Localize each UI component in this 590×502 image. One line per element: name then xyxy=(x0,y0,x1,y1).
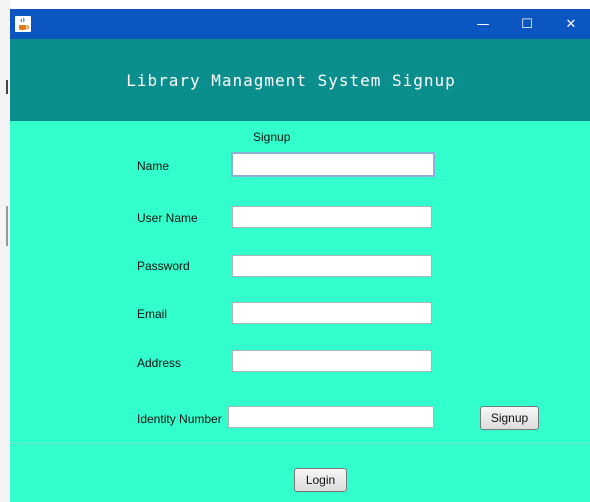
username-field[interactable] xyxy=(232,206,432,228)
close-button[interactable]: ✕ xyxy=(550,9,590,39)
name-label: Name xyxy=(137,159,170,173)
form-title: Signup xyxy=(253,130,291,144)
address-label: Address xyxy=(137,356,182,370)
maximize-icon: ☐ xyxy=(521,16,533,32)
maximize-button[interactable]: ☐ xyxy=(506,9,548,39)
email-label: Email xyxy=(137,307,168,321)
title-bar[interactable]: — ☐ ✕ xyxy=(10,9,590,39)
background-mark xyxy=(6,80,8,94)
address-field[interactable] xyxy=(232,350,432,372)
background-mark xyxy=(6,206,8,246)
identity-number-label: Identity Number xyxy=(137,412,222,426)
background-edge xyxy=(0,0,10,502)
divider xyxy=(10,443,590,444)
email-field[interactable] xyxy=(232,302,432,324)
login-button[interactable]: Login xyxy=(294,468,347,492)
header-panel: Library Managment System Signup xyxy=(10,39,590,121)
java-cup-icon xyxy=(15,16,31,32)
password-label: Password xyxy=(137,259,190,273)
username-label: User Name xyxy=(137,211,198,225)
name-field[interactable] xyxy=(231,152,435,177)
page-title: Library Managment System Signup xyxy=(126,70,456,90)
password-field[interactable] xyxy=(232,255,432,277)
signup-window: — ☐ ✕ Library Managment System Signup Si… xyxy=(10,9,590,502)
identity-number-field[interactable] xyxy=(228,406,434,428)
signup-button[interactable]: Signup xyxy=(480,406,539,430)
close-icon: ✕ xyxy=(565,16,577,32)
minimize-button[interactable]: — xyxy=(462,9,504,39)
minimize-icon: — xyxy=(476,16,490,32)
